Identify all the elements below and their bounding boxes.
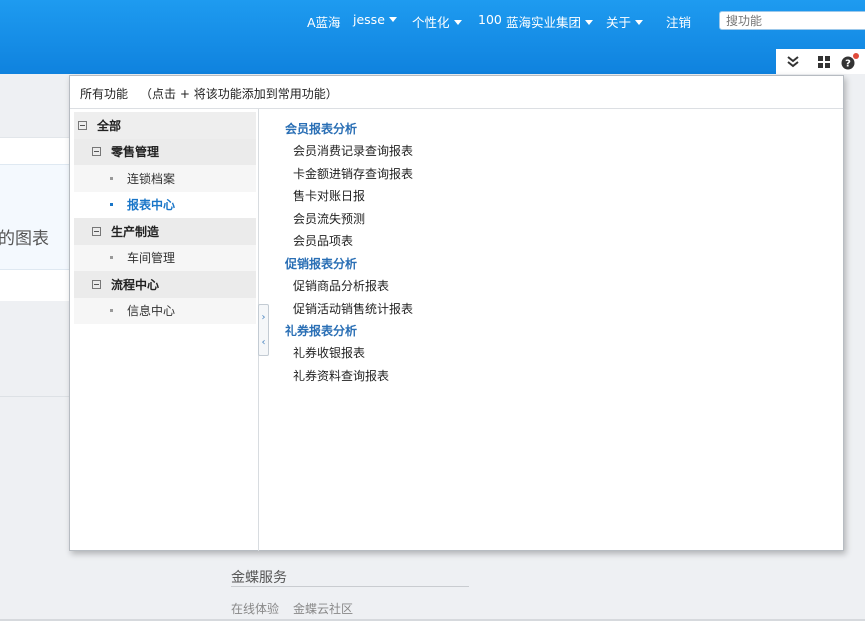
collapse-icon[interactable] [78, 120, 87, 130]
function-item[interactable]: 会员消费记录查询报表 [285, 140, 805, 163]
chevron-left-icon[interactable]: ‹ [262, 337, 266, 348]
function-item[interactable]: 促销商品分析报表 [285, 275, 805, 298]
footer-title: 金蝶服务 [231, 570, 287, 586]
footer-link[interactable]: 在线体验 [231, 600, 279, 617]
bullet-icon [110, 256, 113, 260]
dialog-title: 所有功能 [80, 87, 129, 101]
caret-down-icon [585, 20, 594, 25]
function-item[interactable]: 礼券资料查询报表 [285, 365, 805, 388]
tree-label: 报表中心 [127, 198, 176, 213]
about-label: 关于 [606, 15, 632, 30]
tree-node-process-center[interactable]: 流程中心 [74, 271, 256, 298]
function-item[interactable]: 礼券收银报表 [285, 342, 805, 365]
caret-down-icon [635, 20, 644, 25]
chevron-right-icon[interactable]: › [262, 312, 266, 323]
function-item[interactable]: 卡金额进销存查询报表 [285, 163, 805, 186]
caret-down-icon [388, 17, 397, 22]
tree-label: 信息中心 [127, 304, 176, 319]
grid-icon[interactable] [809, 49, 839, 74]
double-chevron-down-icon[interactable] [778, 49, 808, 74]
tree-label: 连锁档案 [127, 171, 176, 186]
function-item[interactable]: 会员流失预测 [285, 208, 805, 231]
logout-link[interactable]: 注销 [666, 12, 691, 30]
tree-node-workshop[interactable]: 车间管理 [74, 244, 256, 271]
help-icon[interactable]: ? [840, 49, 865, 74]
panel-toggle-handle[interactable]: › ‹ [258, 304, 269, 356]
caret-down-icon [453, 20, 462, 25]
collapse-icon[interactable] [92, 226, 101, 236]
dialog-hint: （点击 + 将该功能添加到常用功能） [140, 87, 338, 101]
function-list: 会员报表分析 会员消费记录查询报表 卡金额进销存查询报表 售卡对账日报 会员流失… [285, 118, 805, 387]
group-title: 礼券报表分析 [285, 324, 358, 339]
tree-node-report-center[interactable]: 报表中心 [74, 191, 256, 218]
tree-label: 全部 [97, 118, 122, 133]
bullet-icon [110, 203, 113, 207]
tree-label: 流程中心 [111, 277, 160, 292]
personalize-label: 个性化 [412, 15, 450, 30]
svg-text:?: ? [845, 58, 851, 69]
tree-node-retail[interactable]: 零售管理 [74, 138, 256, 165]
bullet-icon [110, 176, 113, 180]
group-title: 促销报表分析 [285, 256, 358, 271]
background-chart-title: 的图表 [0, 229, 49, 249]
background-chart-panel [0, 164, 70, 270]
org-menu[interactable]: 蓝海实业集团 [506, 12, 594, 30]
all-functions-dialog: 所有功能 （点击 + 将该功能添加到常用功能） 全部 零售管理 连锁档案 报表中心… [69, 75, 844, 551]
search-input[interactable] [719, 11, 865, 30]
tree-label: 零售管理 [111, 145, 160, 160]
function-item[interactable]: 会员品项表 [285, 230, 805, 253]
divider [231, 586, 469, 587]
org-name: 蓝海实业集团 [506, 15, 582, 30]
footer-link[interactable]: 金蝶云社区 [293, 600, 353, 617]
tree-node-manufacturing[interactable]: 生产制造 [74, 218, 256, 245]
function-item[interactable]: 售卡对账日报 [285, 185, 805, 208]
function-tree: 全部 零售管理 连锁档案 报表中心 生产制造 车间管理 流程中心 信息中心 [74, 112, 256, 324]
about-menu[interactable]: 关于 [606, 12, 644, 30]
group-title: 会员报表分析 [285, 122, 358, 136]
user-name: jesse [353, 12, 385, 27]
collapse-icon[interactable] [92, 279, 101, 289]
brand-link[interactable]: A蓝海 [307, 12, 341, 30]
tree-label: 车间管理 [127, 251, 176, 266]
personalize-menu[interactable]: 个性化 [412, 12, 462, 30]
tree-node-info-center[interactable]: 信息中心 [74, 297, 256, 324]
org-code: 100 [478, 12, 502, 27]
top-header: A蓝海 jesse 个性化 100 蓝海实业集团 关于 注销 [0, 0, 865, 74]
user-menu[interactable]: jesse [353, 12, 397, 30]
bullet-icon [110, 309, 113, 313]
collapse-icon[interactable] [92, 147, 101, 157]
divider [0, 396, 70, 397]
tree-node-all[interactable]: 全部 [74, 112, 256, 139]
function-item[interactable]: 促销活动销售统计报表 [285, 298, 805, 321]
tree-label: 生产制造 [111, 224, 160, 239]
tree-node-chain-archive[interactable]: 连锁档案 [74, 165, 256, 192]
dialog-header: 所有功能 （点击 + 将该功能添加到常用功能） [70, 76, 843, 109]
